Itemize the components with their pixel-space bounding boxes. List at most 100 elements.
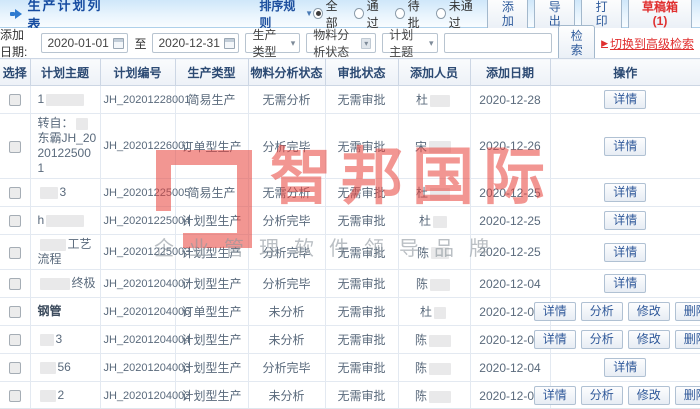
keyword-input[interactable]	[444, 33, 553, 53]
cell-person: 陈	[398, 353, 471, 382]
material-status-select[interactable]: 物料分析状态 ▾	[306, 28, 377, 59]
cell-material-status: 分析完毕	[248, 206, 326, 235]
action-analyze-button[interactable]: 分析	[580, 330, 623, 349]
calendar-icon[interactable]	[113, 37, 125, 49]
cell-text: 陈	[416, 245, 429, 260]
action-detail-button[interactable]: 详情	[533, 386, 576, 405]
action-detail-button[interactable]: 详情	[604, 274, 647, 293]
redacted-text	[75, 117, 88, 130]
action-edit-button[interactable]: 修改	[627, 302, 670, 321]
date-from-input[interactable]	[47, 36, 110, 50]
cell-person: 陈	[398, 234, 471, 270]
production-type-select[interactable]: 生产类型 ▾	[245, 28, 301, 59]
action-detail-button[interactable]: 详情	[604, 242, 647, 262]
cell-person: 杜	[398, 297, 471, 326]
redacted-text	[46, 93, 85, 106]
action-detail-button[interactable]: 详情	[604, 90, 647, 109]
draftbox-button[interactable]: 草稿箱(1)	[628, 0, 692, 32]
cell-text: 杜	[415, 93, 428, 107]
row-checkbox[interactable]	[8, 140, 21, 153]
action-detail-button[interactable]: 详情	[533, 302, 576, 321]
row-checkbox[interactable]	[8, 362, 21, 375]
search-button[interactable]: 检索	[558, 25, 596, 61]
chevron-down-icon: ▾	[428, 37, 434, 48]
cell-actions: 详情分析修改删除	[533, 297, 700, 326]
cell-select	[0, 234, 31, 270]
filter-bar: 添加日期: 至 生产类型▾ 物料分析状态▾ 计划主题▾ 检索 ▶ 切换到高级检索	[0, 25, 700, 61]
action-analyze-button[interactable]: 分析	[580, 386, 623, 405]
cell-date: 2020-12-25	[470, 178, 551, 207]
plan-subject-select[interactable]: 计划主题 ▾	[382, 28, 439, 59]
redacted-text	[39, 361, 56, 374]
row-checkbox[interactable]	[8, 306, 21, 319]
table-row: 3 JH_20201204004 计划型生产 未分析 无需审批陈 2020-12-04 详情…	[0, 325, 700, 354]
cell-approval-status: 无需审批	[325, 353, 399, 382]
row-checkbox[interactable]	[8, 187, 21, 200]
cell-subject: 工艺流程	[30, 234, 101, 270]
cell-select	[0, 206, 31, 235]
action-edit-button[interactable]: 修改	[627, 386, 670, 405]
cell-material-status: 未分析	[248, 325, 326, 354]
radio-icon	[395, 8, 405, 19]
column-header-actions: 操作	[550, 58, 700, 86]
cell-production-type: 订单型生产	[175, 113, 249, 179]
cell-subject: 终极	[30, 269, 101, 298]
action-delete-button[interactable]: 删除	[674, 302, 700, 321]
cell-text: 杜	[418, 214, 431, 228]
cell-date: 2020-12-26	[470, 113, 551, 179]
cell-date: 2020-12-28	[470, 85, 551, 114]
cell-date: 2020-12-25	[470, 206, 551, 235]
action-edit-button[interactable]: 修改	[627, 330, 670, 349]
date-to-field[interactable]	[152, 33, 240, 53]
calendar-icon[interactable]	[224, 37, 236, 49]
action-buttons: 详情分析修改删除	[533, 302, 700, 321]
cell-actions: 详情	[550, 353, 700, 382]
row-checkbox[interactable]	[8, 390, 21, 403]
action-detail-button[interactable]: 详情	[604, 211, 647, 230]
cell-text: h	[37, 213, 45, 227]
cell-person: 杜	[398, 178, 471, 207]
action-buttons: 详情分析修改删除	[533, 330, 700, 349]
cell-subject: 3	[30, 178, 101, 207]
radio-not-passed[interactable]: 未通过	[436, 0, 479, 31]
column-header-approval-status: 审批状态	[325, 58, 399, 86]
cell-text: 陈	[414, 389, 427, 403]
add-button[interactable]: 添加	[487, 0, 529, 32]
cell-production-type: 订单型生产	[175, 297, 249, 326]
date-from-field[interactable]	[41, 33, 129, 53]
radio-passed[interactable]: 通过	[354, 0, 387, 31]
action-buttons: 详情	[554, 136, 698, 156]
action-detail-button[interactable]: 详情	[533, 330, 576, 349]
table-body: 1 JH_20201228001 简易生产 无需分析 无需审批杜 2020-12-28 详情…	[0, 85, 700, 408]
cell-production-type: 计划型生产	[175, 269, 249, 298]
row-checkbox[interactable]	[8, 334, 21, 347]
table-row: 56 JH_20201204003 计划型生产 分析完毕 无需审批 陈 2020-12-04…	[0, 353, 700, 382]
cell-approval-status: 无需审批	[325, 234, 399, 270]
date-to-input[interactable]	[158, 36, 221, 50]
table-row: 钢管 JH_20201204006 订单型生产 未分析 无需审批杜 2020-12-04 详…	[0, 297, 700, 326]
cell-actions: 详情	[550, 206, 700, 235]
action-analyze-button[interactable]: 分析	[580, 302, 623, 321]
row-checkbox[interactable]	[8, 215, 21, 228]
table-row: 工艺流程 JH_20201225003 计划型生产 分析完毕 无需审批 陈 2020-12-…	[0, 234, 700, 270]
table-row: 终极 JH_20201204007 计划型生产 分析完毕 无需审批 陈 2020-12-04…	[0, 269, 700, 298]
row-checkbox[interactable]	[8, 94, 21, 107]
column-header-number: 计划编号	[100, 58, 176, 86]
action-delete-button[interactable]: 删除	[674, 330, 700, 349]
cell-person: 陈	[398, 269, 471, 298]
cell-approval-status: 无需审批	[325, 325, 399, 354]
redacted-text	[39, 389, 56, 402]
row-checkbox[interactable]	[8, 278, 21, 291]
action-detail-button[interactable]: 详情	[604, 183, 647, 202]
cell-actions: 详情分析修改删除	[533, 325, 700, 354]
action-detail-button[interactable]: 详情	[604, 136, 647, 156]
row-checkbox[interactable]	[8, 246, 21, 259]
cell-text: 杜	[415, 186, 428, 200]
advanced-search-link[interactable]: ▶ 切换到高级检索	[601, 35, 694, 52]
cell-approval-status: 无需审批	[325, 113, 399, 179]
redacted-text	[431, 247, 449, 260]
cell-person: 陈	[398, 381, 471, 408]
action-detail-button[interactable]: 详情	[604, 358, 647, 377]
table-row: 2 JH_20201204002 计划型生产 未分析 无需审批陈 2020-12-04 详情…	[0, 381, 700, 408]
action-delete-button[interactable]: 删除	[674, 386, 700, 405]
